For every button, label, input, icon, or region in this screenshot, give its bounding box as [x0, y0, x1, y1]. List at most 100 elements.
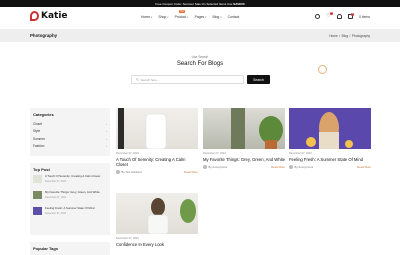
- nav-shop[interactable]: Shop ▾: [158, 15, 168, 19]
- category-label: Closet: [33, 121, 43, 126]
- read-more-link[interactable]: Read More: [184, 170, 198, 174]
- user-icon[interactable]: [337, 14, 343, 19]
- brand-name: Katie: [41, 11, 68, 21]
- blog-card-meta: By Anonymous Read More: [289, 164, 371, 169]
- chevron-down-icon: ▾: [167, 15, 169, 19]
- top-post-item[interactable]: A Touch Of Serenity: Creating A Calm Clo…: [33, 174, 107, 191]
- nav-blog[interactable]: Blog ▾: [213, 15, 222, 19]
- categories-widget: Categories Closet › Style › Summer › Fas…: [30, 108, 110, 156]
- blog-card-image[interactable]: [289, 108, 371, 149]
- breadcrumb-current: Photography: [351, 33, 370, 38]
- blog-card-meta: By Ted Hubbard Read More: [116, 170, 198, 175]
- breadcrumb: Home / Blog / Photography: [329, 34, 370, 38]
- category-item[interactable]: Summer ›: [33, 135, 107, 143]
- blog-card-image[interactable]: [116, 108, 198, 150]
- search-button[interactable]: Search: [247, 75, 270, 84]
- logo[interactable]: Katie: [30, 11, 68, 21]
- blog-card-image[interactable]: [203, 108, 285, 149]
- top-post-thumbnail: [33, 175, 42, 183]
- author-name: By Anonymous: [294, 164, 314, 169]
- cart-label[interactable]: 0 items: [359, 15, 370, 19]
- wishlist-count: 0: [330, 12, 334, 15]
- blog-card-author: By Ted Hubbard: [116, 170, 142, 175]
- header-icons: ♡ 0 0 0 items: [315, 12, 370, 19]
- nav-home[interactable]: Home ▾: [141, 15, 152, 19]
- nav-product[interactable]: Hot Product ▾: [174, 10, 189, 19]
- nav-pages[interactable]: Pages ▾: [195, 15, 207, 19]
- nav-contact[interactable]: Contact: [228, 15, 240, 19]
- read-more-link[interactable]: Read More: [271, 165, 285, 169]
- nav-label: Product: [174, 15, 187, 19]
- top-post-text: My Favorite Things: Grey, Green, And Whi…: [45, 190, 100, 194]
- blog-card-title[interactable]: Feeling Fresh: A Summer State Of Mind: [289, 157, 371, 162]
- page-title: Photography: [30, 33, 58, 38]
- blog-card[interactable]: December 07, 2024 My Favorite Things: Gr…: [203, 108, 285, 169]
- breadcrumb-bar: Photography Home / Blog / Photography: [0, 29, 400, 42]
- breadcrumb-home[interactable]: Home: [329, 34, 338, 38]
- top-post-item[interactable]: My Favorite Things: Grey, Green, And Whi…: [33, 190, 107, 207]
- main-nav: Home ▾ Shop ▾ Hot Product ▾ Pages ▾ Blog…: [141, 10, 240, 19]
- top-post-text: Feeling Fresh: A Summer State Of Mind: [45, 206, 95, 210]
- category-item[interactable]: Fashion ›: [33, 143, 107, 151]
- nav-label: Shop: [158, 15, 167, 19]
- search-title: Search For Blogs: [176, 61, 224, 67]
- category-label: Summer: [33, 136, 46, 141]
- chevron-right-icon: ›: [106, 144, 107, 149]
- search-form: Search here... Search: [131, 75, 270, 84]
- blog-card-image[interactable]: [116, 193, 198, 235]
- blog-card-title[interactable]: A Touch Of Serenity: Creating A Calm Clo…: [116, 157, 198, 168]
- top-post-date: December 07, 2024: [45, 179, 66, 183]
- avatar: [116, 170, 120, 175]
- blog-card[interactable]: December 07, 2024 A Touch Of Serenity: C…: [116, 108, 198, 175]
- blog-card-date: December 07, 2024: [203, 152, 226, 155]
- top-post-thumbnail: [33, 207, 42, 215]
- chevron-down-icon: ▾: [220, 15, 222, 19]
- top-post-widget: Top Post A Touch Of Serenity: Creating A…: [30, 163, 110, 235]
- chevron-right-icon: ›: [106, 136, 107, 141]
- top-post-date: December 07, 2024: [45, 195, 66, 199]
- nav-label: Pages: [194, 15, 205, 19]
- nav-label: Home: [141, 15, 151, 19]
- chevron-down-icon: ▾: [151, 15, 153, 19]
- breadcrumb-blog[interactable]: Blog: [342, 34, 348, 38]
- blog-card[interactable]: December 07, 2024 Feeling Fresh: A Summe…: [289, 108, 371, 169]
- chevron-right-icon: ›: [106, 121, 107, 126]
- top-post-date: December 07, 2024: [45, 211, 66, 215]
- nav-label: Contact: [227, 15, 240, 19]
- search-icon[interactable]: [315, 14, 321, 19]
- search-input[interactable]: Search here...: [131, 75, 244, 84]
- chevron-right-icon: ›: [106, 129, 107, 134]
- category-label: Fashion: [33, 144, 45, 149]
- coupon-prefix: Free Coupon Code:: [155, 1, 182, 6]
- blog-card-author: By Anonymous: [203, 164, 228, 169]
- coupon-text: Summer Sale On Selected Items Use: [182, 1, 233, 6]
- blog-card-title[interactable]: My Favorite Things: Grey, Green, And Whi…: [203, 157, 285, 162]
- categories-title: Categories: [33, 112, 54, 117]
- breadcrumb-separator: /: [349, 33, 351, 38]
- top-post-item[interactable]: Feeling Fresh: A Summer State Of Mind De…: [33, 206, 107, 223]
- wishlist-button[interactable]: ♡ 0: [326, 12, 334, 19]
- blog-card[interactable]: December 07, 2024 Confidence In Every Lo…: [116, 193, 198, 247]
- blog-card-title[interactable]: Confidence In Every Look: [116, 242, 198, 247]
- search-placeholder: Search here...: [140, 77, 160, 82]
- decorative-ring-icon: [318, 65, 327, 74]
- top-post-thumbnail: [33, 191, 42, 199]
- cart-icon[interactable]: 0: [348, 13, 355, 19]
- logo-mark-icon: [30, 11, 39, 21]
- category-item[interactable]: Style ›: [33, 128, 107, 136]
- announcement-bar: Free Coupon Code: Summer Sale On Selecte…: [0, 0, 400, 7]
- blog-card-date: December 07, 2024: [289, 152, 312, 155]
- category-item[interactable]: Closet ›: [33, 120, 107, 128]
- site-header: Katie Home ▾ Shop ▾ Hot Product ▾ Pages …: [0, 7, 400, 29]
- author-name: By Anonymous: [208, 164, 228, 169]
- read-more-link[interactable]: Read More: [357, 165, 371, 169]
- breadcrumb-separator: /: [339, 33, 341, 38]
- category-label: Style: [33, 129, 41, 134]
- coupon-code: SAVE50: [233, 1, 245, 6]
- blog-card-date: December 07, 2024: [116, 237, 139, 240]
- avatar: [203, 164, 207, 169]
- author-name: By Ted Hubbard: [121, 170, 142, 175]
- popular-tags-title: Popular Tags: [33, 246, 59, 251]
- blog-card-date: December 07, 2024: [116, 152, 139, 155]
- cart-count: 0: [351, 13, 355, 16]
